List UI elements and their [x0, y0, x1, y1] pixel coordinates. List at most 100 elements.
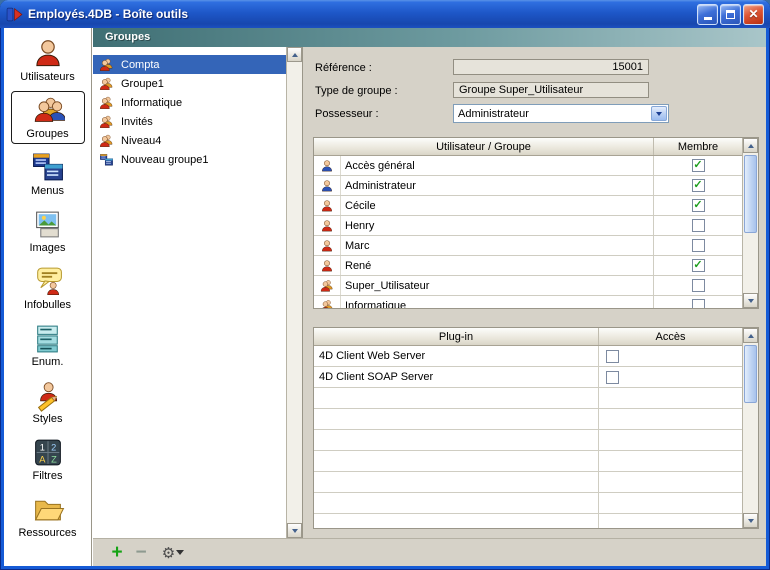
chevron-down-icon[interactable] [651, 106, 667, 121]
member-icon-cell [314, 176, 341, 195]
group-name: Niveau4 [121, 135, 161, 147]
members-scrollbar[interactable] [742, 138, 758, 308]
member-name: Henry [341, 216, 654, 235]
sidebar-item-images[interactable]: Images [11, 205, 85, 258]
column-header-user-group[interactable]: Utilisateur / Groupe [314, 138, 654, 155]
member-checkbox[interactable] [692, 199, 705, 212]
owner-dropdown[interactable]: Administrateur [453, 104, 669, 123]
group-list-item-nouveau-groupe1[interactable]: Nouveau groupe1 [93, 150, 286, 169]
member-checkbox[interactable] [692, 219, 705, 232]
member-checkbox[interactable] [692, 179, 705, 192]
sidebar-item-styles[interactable]: Styles [11, 376, 85, 429]
scroll-up-icon[interactable] [743, 138, 758, 153]
member-row[interactable]: Informatique [314, 296, 742, 308]
group-icon [98, 77, 115, 91]
member-name: Super_Utilisateur [341, 276, 654, 295]
window-title: Employés.4DB - Boîte outils [28, 7, 697, 21]
plugins-scrollbar[interactable] [742, 328, 758, 528]
group-list-item-niveau4[interactable]: Niveau4 [93, 131, 286, 150]
group-icon [98, 96, 115, 110]
group-list-item-groupe1[interactable]: Groupe1 [93, 74, 286, 93]
column-header-access[interactable]: Accès [599, 328, 742, 345]
actions-menu-button[interactable]: ⚙ [161, 542, 185, 564]
column-header-plugin[interactable]: Plug-in [314, 328, 599, 345]
delete-group-button[interactable]: − [129, 542, 153, 564]
scroll-thumb[interactable] [744, 345, 757, 403]
access-checkbox[interactable] [606, 371, 619, 384]
menus-icon [31, 151, 65, 184]
sidebar-item-menus[interactable]: Menus [11, 148, 85, 201]
scroll-up-icon[interactable] [743, 328, 758, 343]
member-checkbox[interactable] [692, 159, 705, 172]
group-list-item-compta[interactable]: Compta [93, 55, 286, 74]
sidebar-item-label: Menus [31, 185, 64, 197]
titlebar[interactable]: Employés.4DB - Boîte outils ✕ [0, 0, 770, 28]
plugins-table: Plug-in Accès 4D Client Web Server4D Cli… [313, 327, 759, 529]
member-icon-cell [314, 296, 341, 308]
maximize-button[interactable] [720, 4, 741, 25]
close-button[interactable]: ✕ [743, 4, 764, 25]
user-red-icon [319, 199, 335, 213]
member-row[interactable]: Administrateur [314, 176, 742, 196]
member-cell [654, 256, 742, 275]
group-list: ComptaGroupe1InformatiqueInvités Niveau4 N… [93, 47, 303, 538]
plugin-row[interactable]: 4D Client SOAP Server [314, 367, 742, 388]
sidebar-item-label: Styles [33, 413, 63, 425]
scroll-up-icon[interactable] [287, 47, 302, 62]
sidebar-item-label: Enum. [32, 356, 64, 368]
group-icon [319, 299, 335, 309]
member-row[interactable]: Henry [314, 216, 742, 236]
filtres-icon: 12AZ [31, 436, 65, 469]
sidebar-item-filtres[interactable]: 12AZFiltres [11, 433, 85, 486]
minimize-button[interactable] [697, 4, 718, 25]
member-cell [654, 196, 742, 215]
member-name: Administrateur [341, 176, 654, 195]
member-checkbox[interactable] [692, 239, 705, 252]
scroll-thumb[interactable] [744, 155, 757, 233]
sidebar-item-groupes[interactable]: Groupes [11, 91, 85, 144]
plugin-name: 4D Client SOAP Server [314, 367, 599, 387]
user-red-icon [319, 259, 335, 273]
sidebar-item-label: Filtres [33, 470, 63, 482]
access-checkbox[interactable] [606, 350, 619, 363]
member-row[interactable]: Marc [314, 236, 742, 256]
main-panel: Groupes ComptaGroupe1InformatiqueInvités… [93, 28, 766, 566]
scroll-down-icon[interactable] [743, 293, 758, 308]
plugin-row[interactable]: 4D Client Web Server [314, 346, 742, 367]
add-group-button[interactable]: + [105, 542, 129, 564]
reference-label: Référence : [315, 62, 372, 74]
member-row[interactable]: Super_Utilisateur [314, 276, 742, 296]
scroll-down-icon[interactable] [287, 523, 302, 538]
images-icon [31, 208, 65, 241]
user-blue-icon [319, 179, 335, 193]
maximize-icon [726, 10, 735, 19]
plugin-access-cell [599, 346, 742, 366]
group-type-value: Groupe Super_Utilisateur [459, 84, 583, 96]
bottom-toolbar: + − ⚙ [93, 538, 766, 566]
member-checkbox[interactable] [692, 259, 705, 272]
member-checkbox[interactable] [692, 299, 705, 308]
sidebar-item-enum[interactable]: Enum. [11, 319, 85, 372]
empty-cell [314, 430, 599, 450]
member-row[interactable]: Accès général [314, 156, 742, 176]
member-checkbox[interactable] [692, 279, 705, 292]
sidebar-item-utilisateurs[interactable]: Utilisateurs [11, 34, 85, 87]
plugin-empty-row [314, 388, 742, 409]
member-row[interactable]: Cécile [314, 196, 742, 216]
sidebar-item-infobulles[interactable]: Infobulles [11, 262, 85, 315]
member-name: Informatique [341, 296, 654, 308]
column-header-member[interactable]: Membre [654, 138, 742, 155]
group-list-item-invites[interactable]: Invités [93, 112, 286, 131]
scroll-down-icon[interactable] [743, 513, 758, 528]
group-list-scrollbar[interactable] [286, 47, 302, 538]
empty-cell [599, 451, 742, 471]
group-icon [98, 115, 115, 129]
sidebar-item-ressources[interactable]: Ressources [11, 490, 85, 543]
plugin-access-cell [599, 367, 742, 387]
reference-value: 15001 [612, 61, 643, 73]
member-row[interactable]: René [314, 256, 742, 276]
empty-cell [599, 514, 742, 528]
app-window: Employés.4DB - Boîte outils ✕ Utilisateu… [0, 0, 770, 570]
svg-text:A: A [39, 454, 46, 464]
group-list-item-informatique[interactable]: Informatique [93, 93, 286, 112]
